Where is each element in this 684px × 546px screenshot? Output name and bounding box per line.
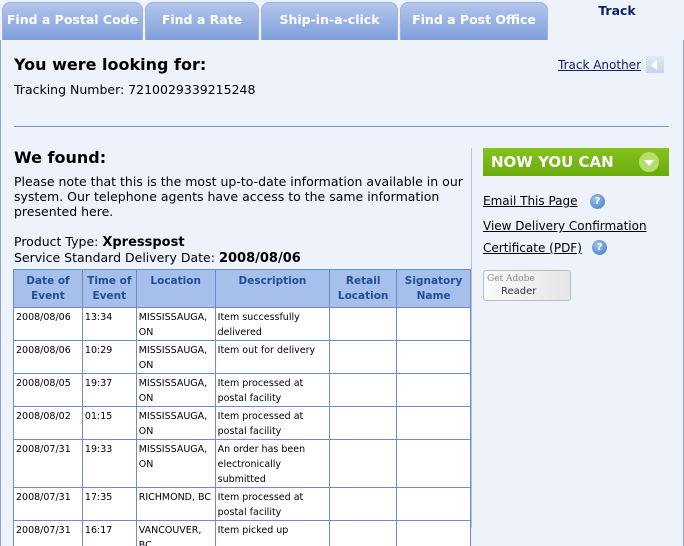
cell-date: 2008/08/02 — [13, 406, 83, 440]
tracking-value: 7210029339215248 — [128, 82, 256, 97]
cell-date: 2008/08/06 — [13, 340, 83, 374]
back-arrow-icon[interactable] — [646, 56, 664, 73]
cell-date: 2008/07/31 — [13, 487, 83, 521]
tab-find-rate[interactable]: Find a Rate — [145, 2, 259, 40]
product-info: Product Type: Xpresspost Service Standar… — [14, 234, 301, 266]
cell-description: An order has been electronically submitt… — [214, 439, 331, 488]
cell-retail-location — [329, 307, 398, 341]
cell-location: MISSISSAUGA, ON — [135, 439, 216, 488]
cell-description: Item processed at postal facility — [214, 373, 331, 407]
down-arrow-icon — [639, 152, 659, 172]
cell-time: 19:37 — [81, 373, 137, 407]
cell-time: 10:29 — [81, 340, 137, 374]
results-heading: We found: — [14, 148, 107, 167]
table-header-row: Date of Event Time of Event Location Des… — [13, 269, 471, 308]
tab-ship-in-a-click[interactable]: Ship-in-a-click — [261, 2, 398, 40]
cell-location: MISSISSAUGA, ON — [135, 406, 216, 440]
tracking-label: Tracking Number: — [14, 82, 125, 97]
tab-bar: Find a Postal Code Find a Rate Ship-in-a… — [0, 0, 684, 40]
adobe-line2: Reader — [501, 286, 537, 297]
tab-find-postal-code[interactable]: Find a Postal Code — [2, 2, 143, 40]
cell-description: Item processed at postal facility — [214, 406, 331, 440]
now-you-can-banner: NOW YOU CAN — [483, 148, 669, 176]
cell-signatory — [396, 373, 471, 407]
cell-retail-location — [329, 520, 398, 546]
header-date: Date of Event — [13, 269, 83, 308]
banner-label: NOW YOU CAN — [491, 153, 614, 171]
track-another-link[interactable]: Track Another — [558, 58, 641, 72]
cell-retail-location — [329, 487, 398, 521]
cell-description: Item out for delivery — [214, 340, 331, 374]
delivery-date-label: Service Standard Delivery Date: — [14, 250, 215, 265]
cell-time: 16:17 — [81, 520, 137, 546]
product-type-label: Product Type: — [14, 234, 99, 249]
cell-time: 13:34 — [81, 307, 137, 341]
get-adobe-reader-button[interactable]: Get Adobe Reader — [483, 270, 571, 301]
cell-retail-location — [329, 406, 398, 440]
page: Find a Postal Code Find a Rate Ship-in-a… — [0, 0, 684, 546]
view-delivery-confirmation-link[interactable]: View Delivery Confirmation — [483, 219, 647, 233]
adobe-line1: Get Adobe — [487, 274, 535, 284]
header-time: Time of Event — [81, 269, 137, 308]
cell-location: RICHMOND, BC — [135, 487, 216, 521]
table-row: 2008/07/31 17:35 RICHMOND, BC Item processe… — [13, 487, 471, 521]
cell-retail-location — [329, 439, 398, 488]
cell-signatory — [396, 487, 471, 521]
table-row: 2008/08/05 19:37 MISSISSAUGA, ON Item proce… — [13, 373, 471, 407]
product-type-value: Xpresspost — [102, 235, 185, 250]
cell-date: 2008/08/06 — [13, 307, 83, 341]
cell-description: Item picked up — [214, 520, 331, 546]
cell-date: 2008/07/31 — [13, 520, 83, 546]
cell-signatory — [396, 520, 471, 546]
cell-retail-location — [329, 340, 398, 374]
tab-find-post-office[interactable]: Find a Post Office — [400, 2, 548, 40]
cell-date: 2008/08/05 — [13, 373, 83, 407]
cell-description: Item processed at postal facility — [214, 487, 331, 521]
search-heading: You were looking for: — [14, 55, 207, 74]
table-row: 2008/08/02 01:15 MISSISSAUGA, ON Item proce… — [13, 406, 471, 440]
email-page-link[interactable]: Email This Page — [483, 194, 578, 208]
cell-description: Item successfully delivered — [214, 307, 331, 341]
results-note: Please note that this is the most up-to-… — [14, 174, 463, 219]
tracking-number: Tracking Number: 7210029339215248 — [14, 82, 255, 97]
header-description: Description — [214, 269, 331, 308]
cell-signatory — [396, 340, 471, 374]
delivery-date-value: 2008/08/06 — [218, 251, 301, 266]
header-signatory: Signatory Name — [396, 269, 471, 308]
tracking-events-table: Date of Event Time of Event Location Des… — [13, 269, 471, 546]
table-row: 2008/08/06 10:29 MISSISSAUGA, ON Item out f… — [13, 340, 471, 374]
help-icon[interactable]: ? — [590, 194, 605, 209]
cell-signatory — [396, 307, 471, 341]
cell-signatory — [396, 406, 471, 440]
cell-retail-location — [329, 373, 398, 407]
cell-time: 19:33 — [81, 439, 137, 488]
cell-location: MISSISSAUGA, ON — [135, 307, 216, 341]
cell-location: VANCOUVER, BC — [135, 520, 216, 546]
cell-location: MISSISSAUGA, ON — [135, 373, 216, 407]
cell-date: 2008/07/31 — [13, 439, 83, 488]
cell-location: MISSISSAUGA, ON — [135, 340, 216, 374]
table-row: 2008/08/06 13:34 MISSISSAUGA, ON Item succe… — [13, 307, 471, 341]
divider — [14, 126, 669, 127]
cell-time: 17:35 — [81, 487, 137, 521]
certificate-pdf-link[interactable]: Certificate (PDF) — [483, 241, 582, 255]
help-icon[interactable]: ? — [592, 240, 607, 255]
header-location: Location — [135, 269, 216, 308]
table-row: 2008/07/31 19:33 MISSISSAUGA, ON An order h… — [13, 439, 471, 488]
cell-time: 01:15 — [81, 406, 137, 440]
table-row: 2008/07/31 16:17 VANCOUVER, BC Item picked … — [13, 520, 471, 546]
header-retail-location: Retail Location — [329, 269, 398, 308]
cell-signatory — [396, 439, 471, 488]
column-divider — [471, 148, 472, 528]
tab-track[interactable]: Track — [550, 0, 684, 40]
